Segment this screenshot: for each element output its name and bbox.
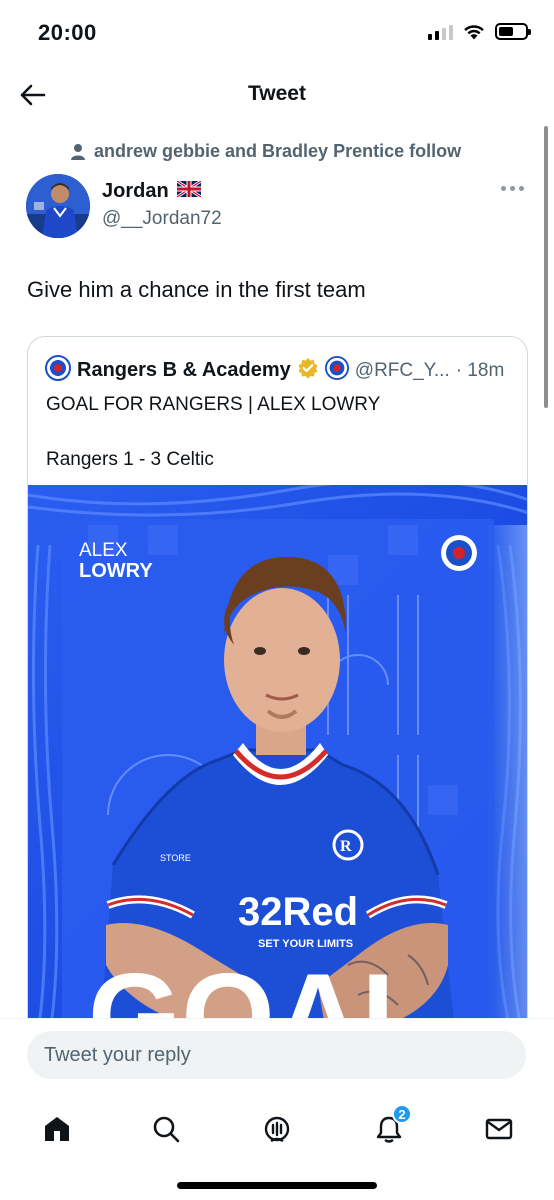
page-title: Tweet [248,82,306,105]
quote-author-handle: @RFC_Y... [354,359,450,381]
goal-graphic: R GOAL 32Red SET YOUR LIMITS STORE ALEX … [28,485,527,1055]
notification-badge: 2 [392,1104,412,1124]
quote-media-image[interactable]: R GOAL 32Red SET YOUR LIMITS STORE ALEX … [28,485,527,1055]
svg-text:R: R [340,838,352,855]
tab-messages[interactable] [474,1104,524,1154]
uk-flag-icon [175,179,202,202]
quote-text-line-1: GOAL FOR RANGERS | ALEX LOWRY [46,394,381,415]
social-context[interactable]: andrew gebbie and Bradley Prentice follo… [70,141,461,162]
player-first-name: ALEX [79,540,128,561]
status-bar: 20:00 [0,0,554,64]
spaces-icon [264,1116,290,1143]
more-options-button[interactable] [501,186,524,191]
quote-timestamp: · 18m [455,359,505,381]
mail-icon [485,1118,513,1140]
more-dot [510,186,515,191]
rangers-crest-small-icon [324,356,349,385]
battery-icon [495,23,531,40]
author-name: Jordan [102,180,169,202]
tab-home[interactable] [32,1104,82,1154]
status-time: 20:00 [38,20,97,45]
quote-text-line-2: Rangers 1 - 3 Celtic [46,449,214,470]
tab-spaces[interactable] [252,1104,302,1154]
tweet-text: Give him a chance in the first team [27,277,366,302]
status-icons [428,23,531,40]
quote-tweet-card[interactable]: Rangers B & Academy @RFC_Y... · 18m GOAL… [27,336,528,1056]
wifi-icon [464,24,484,39]
more-dot [501,186,506,191]
quote-header: Rangers B & Academy @RFC_Y... · 18m [45,355,504,386]
tab-search[interactable] [141,1104,191,1154]
rangers-badge [441,535,477,571]
kit-brand-text: STORE [160,853,191,863]
person-icon [71,143,85,160]
player-last-name: LOWRY [79,560,153,582]
avatar[interactable] [26,174,90,238]
sponsor-tagline: SET YOUR LIMITS [258,938,353,950]
author-name-row[interactable]: Jordan [102,179,202,203]
tab-bar: 2 [0,1098,554,1200]
home-icon [45,1117,69,1141]
avatar-image [26,174,90,238]
reply-area: Tweet your reply [0,1018,554,1098]
more-dot [519,186,524,191]
cellular-signal-icon [428,24,453,40]
tab-notifications[interactable]: 2 [364,1104,414,1154]
home-indicator [177,1182,377,1189]
reply-input[interactable]: Tweet your reply [27,1031,526,1079]
quote-author-name: Rangers B & Academy [77,359,291,381]
scrollbar[interactable] [544,126,548,408]
verified-badge-icon [297,357,319,384]
social-context-text: andrew gebbie and Bradley Prentice follo… [94,141,462,161]
author-handle[interactable]: @__Jordan72 [102,208,222,230]
rangers-crest-icon [45,355,71,386]
header: Tweet [0,64,554,124]
sponsor-text: 32Red [238,890,358,934]
search-icon [153,1116,180,1143]
